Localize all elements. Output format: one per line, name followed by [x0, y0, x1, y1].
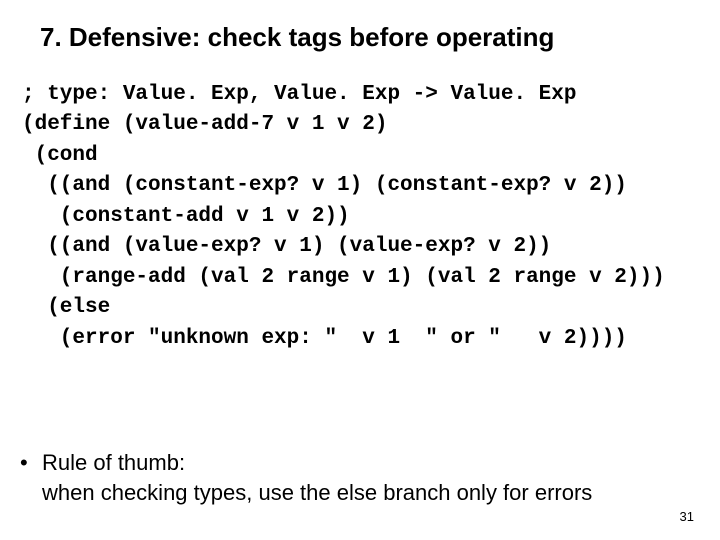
- bullet-line-2: when checking types, use the else branch…: [42, 480, 592, 505]
- page-number: 31: [680, 509, 694, 524]
- bullet-text: Rule of thumb: when checking types, use …: [42, 448, 700, 507]
- code-line: (cond: [22, 144, 98, 167]
- code-line: ; type: Value. Exp, Value. Exp -> Value.…: [22, 83, 577, 106]
- code-block: ; type: Value. Exp, Value. Exp -> Value.…: [22, 80, 698, 354]
- code-line: (constant-add v 1 v 2)): [22, 205, 350, 228]
- slide: 7. Defensive: check tags before operatin…: [0, 0, 720, 540]
- code-line: ((and (value-exp? v 1) (value-exp? v 2)): [22, 235, 551, 258]
- code-line: (else: [22, 296, 110, 319]
- code-line: ((and (constant-exp? v 1) (constant-exp?…: [22, 174, 627, 197]
- slide-title: 7. Defensive: check tags before operatin…: [40, 22, 680, 53]
- bullet-item: • Rule of thumb: when checking types, us…: [20, 448, 700, 507]
- code-line: (error "unknown exp: " v 1 " or " v 2)))…: [22, 327, 627, 350]
- code-line: (range-add (val 2 range v 1) (val 2 rang…: [22, 266, 665, 289]
- bullet-dot: •: [20, 448, 42, 507]
- bullet-line-1: Rule of thumb:: [42, 450, 185, 475]
- code-line: (define (value-add-7 v 1 v 2): [22, 113, 387, 136]
